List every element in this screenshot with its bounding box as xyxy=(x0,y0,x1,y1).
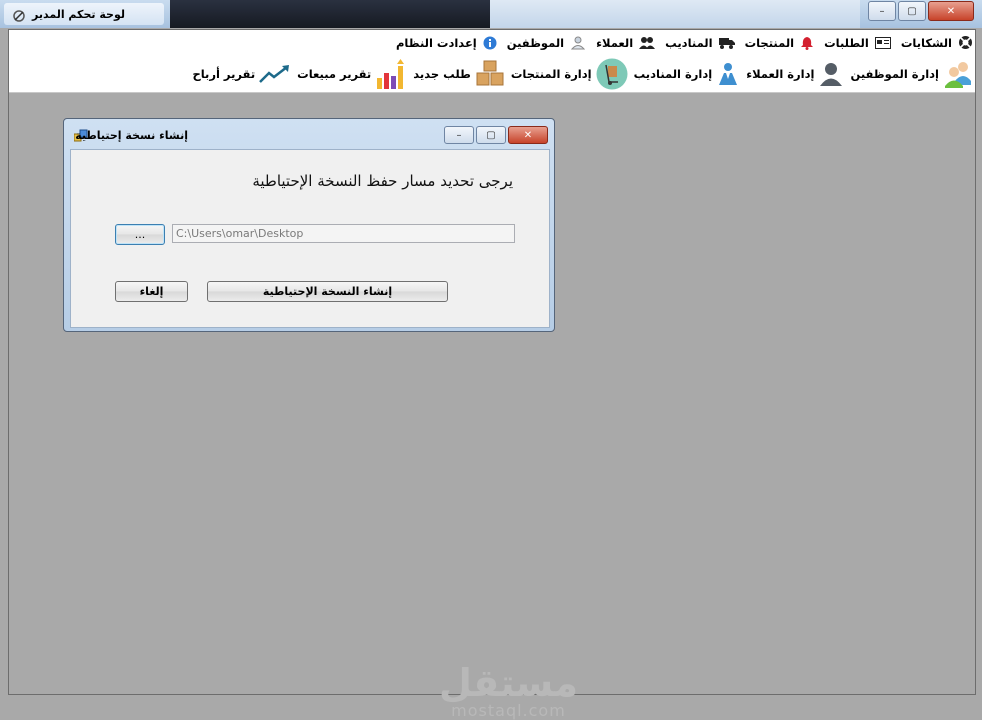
menu-item-delivery[interactable]: المناديب xyxy=(665,35,735,50)
tool-manage-employees[interactable]: إدارة الموظفين xyxy=(850,59,973,89)
menu-bar: إعدادت النظام الموظفين العملاء المناديب … xyxy=(9,30,975,57)
tool-manage-delivery[interactable]: إدارة المناديب xyxy=(634,61,741,87)
background-window-strip xyxy=(170,0,490,28)
truck-icon xyxy=(718,37,735,49)
bell-icon xyxy=(801,36,814,50)
menu-item-settings[interactable]: إعدادت النظام xyxy=(396,36,497,50)
tool-label: إدارة العملاء xyxy=(746,67,815,81)
close-button[interactable]: ✕ xyxy=(928,1,974,21)
delivery-icon xyxy=(719,63,738,85)
dialog-window-controls: – ▢ ✕ xyxy=(442,126,548,144)
watermark-latin: mostaql.com xyxy=(451,701,566,720)
menu-item-orders[interactable]: الطلبات xyxy=(824,36,891,50)
tool-bar: إدارة الموظفين إدارة العملاء إدارة المنا… xyxy=(9,56,975,93)
menu-label: الشكايات xyxy=(900,35,952,50)
menu-label: الموظفين xyxy=(506,35,565,50)
backup-dialog: إنشاء نسخة إحتياطية – ▢ ✕ يرجى تحديد مسا… xyxy=(63,118,555,332)
tool-profit-report[interactable]: تقرير أرباح xyxy=(192,64,291,84)
tool-new-order[interactable]: طلب جديد xyxy=(413,60,505,88)
window-title: لوحة تحكم المدير xyxy=(32,8,125,21)
tool-label: طلب جديد xyxy=(413,67,471,81)
menu-item-products[interactable]: المنتجات xyxy=(745,36,815,50)
boxes-icon xyxy=(476,60,504,86)
watermark: مستقل mostaql.com xyxy=(439,661,578,720)
tool-manage-products[interactable]: إدارة المنتجات xyxy=(511,58,628,90)
tool-sales-report[interactable]: تقرير مبيعات xyxy=(297,58,407,90)
tool-manage-customers[interactable]: إدارة العملاء xyxy=(746,61,844,87)
app-icon xyxy=(13,10,25,22)
dialog-title: إنشاء نسخة إحتياطية xyxy=(75,129,188,142)
window-controls: – ▢ ✕ xyxy=(866,1,974,21)
menu-item-customers[interactable]: العملاء xyxy=(596,35,656,50)
minimize-button[interactable]: – xyxy=(868,1,896,21)
user-icon xyxy=(571,36,586,49)
tool-label: إدارة المناديب xyxy=(633,67,713,81)
dialog-maximize-button[interactable]: ▢ xyxy=(476,126,506,144)
lifebuoy-icon xyxy=(959,36,972,49)
dialog-close-button[interactable]: ✕ xyxy=(508,126,548,144)
maximize-button[interactable]: ▢ xyxy=(898,1,926,21)
users-icon xyxy=(639,36,656,49)
menu-item-employees[interactable]: الموظفين xyxy=(507,36,586,50)
bar-chart-icon xyxy=(377,59,405,89)
background-window-strip-light xyxy=(490,0,860,28)
employees-icon xyxy=(945,62,971,88)
products-icon xyxy=(596,58,628,90)
tool-label: إدارة المنتجات xyxy=(510,67,592,81)
menu-label: العملاء xyxy=(596,35,634,50)
menu-label: إعدادت النظام xyxy=(396,35,477,50)
window-titlebar[interactable]: لوحة تحكم المدير – ▢ ✕ xyxy=(0,0,982,28)
cancel-button[interactable]: إلغاء xyxy=(115,281,188,302)
app-title-box: لوحة تحكم المدير xyxy=(4,3,164,25)
trend-icon xyxy=(259,65,290,83)
card-icon xyxy=(874,36,891,49)
info-icon xyxy=(483,36,497,49)
create-backup-button[interactable]: إنشاء النسخة الإحتياطية xyxy=(207,281,448,302)
menu-item-complaints[interactable]: الشكايات xyxy=(901,35,973,50)
tool-label: تقرير أرباح xyxy=(192,67,256,81)
menu-label: المناديب xyxy=(665,35,713,50)
dialog-body: يرجى تحديد مسار حفظ النسخة الإحتياطية ..… xyxy=(70,149,550,328)
backup-path-input[interactable] xyxy=(172,224,515,243)
menu-label: الطلبات xyxy=(824,35,869,50)
tool-label: إدارة الموظفين xyxy=(850,67,939,81)
customers-icon xyxy=(820,63,843,86)
dialog-prompt: يرجى تحديد مسار حفظ النسخة الإحتياطية xyxy=(252,172,513,190)
dialog-minimize-button[interactable]: – xyxy=(444,126,474,144)
watermark-arabic: مستقل xyxy=(439,661,578,705)
tool-label: تقرير مبيعات xyxy=(297,67,372,81)
browse-button[interactable]: ... xyxy=(115,224,165,245)
menu-label: المنتجات xyxy=(744,35,795,50)
